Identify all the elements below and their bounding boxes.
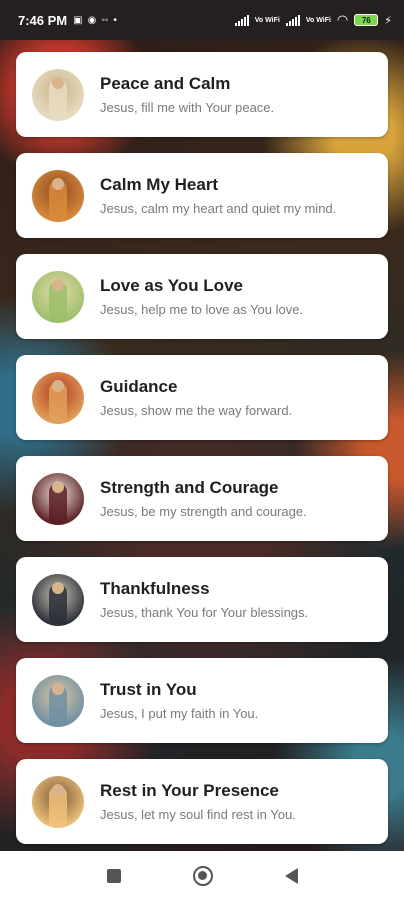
jesus-portrait-icon — [32, 169, 84, 222]
notification-icons: ▣ ◉ ◦◦ • — [73, 15, 117, 26]
prayer-subtitle: Jesus, calm my heart and quiet my mind. — [100, 201, 337, 216]
figure-head — [52, 682, 64, 695]
prayer-card[interactable]: Thankfulness Jesus, thank You for Your bl… — [16, 557, 388, 642]
prayer-subtitle: Jesus, help me to love as You love. — [100, 302, 304, 317]
prayer-card[interactable]: Calm My Heart Jesus, calm my heart and qu… — [16, 153, 388, 238]
signal-icon — [234, 14, 249, 26]
prayer-card[interactable]: Trust in You Jesus, I put my faith in You… — [16, 658, 388, 743]
prayer-title: Love as You Love — [100, 276, 243, 295]
prayer-card[interactable]: Strength and Courage Jesus, be my strengt… — [16, 456, 388, 541]
prayer-text: Calm My Heart Jesus, calm my heart and qu… — [100, 175, 336, 216]
status-bar: 7:46 PM ▣ ◉ ◦◦ • Vo WiFi Vo WiFi ◠ 76 ⚡ — [0, 0, 404, 40]
recents-button[interactable] — [106, 868, 121, 883]
prayer-card[interactable]: Peace and Calm Jesus, fill me with Your p… — [16, 52, 388, 137]
status-time: 7:46 PM — [18, 12, 68, 28]
home-dot-icon — [198, 871, 207, 880]
prayer-title: Calm My Heart — [100, 175, 219, 194]
prayer-card[interactable]: Love as You Love Jesus, help me to love a… — [16, 254, 388, 339]
prayer-text: Rest in Your Presence Jesus, let my soul … — [100, 781, 296, 822]
prayer-title: Peace and Calm — [100, 74, 231, 93]
battery-level: 76 — [361, 15, 371, 25]
jesus-portrait-icon — [32, 371, 84, 424]
jesus-portrait-icon — [32, 573, 84, 626]
figure-head — [52, 480, 64, 493]
figure-head — [52, 783, 64, 796]
navigation-bar — [0, 851, 404, 900]
figure-head — [52, 278, 64, 291]
jesus-portrait-icon — [32, 775, 84, 828]
prayer-subtitle: Jesus, fill me with Your peace. — [100, 100, 275, 115]
whatsapp-icon: ◉ — [87, 14, 97, 26]
prayer-subtitle: Jesus, be my strength and courage. — [100, 504, 307, 519]
wifi-icon: ◠ — [336, 12, 349, 27]
prayer-title: Thankfulness — [100, 579, 210, 598]
prayer-title: Rest in Your Presence — [100, 781, 279, 800]
prayer-title: Strength and Courage — [100, 478, 279, 497]
prayer-card[interactable]: Guidance Jesus, show me the way forward. — [16, 355, 388, 440]
figure-head — [52, 379, 64, 392]
prayer-text: Peace and Calm Jesus, fill me with Your p… — [100, 74, 274, 115]
charging-icon: ⚡ — [384, 14, 392, 27]
jesus-portrait-icon — [32, 270, 84, 323]
prayer-list: Peace and Calm Jesus, fill me with Your p… — [16, 52, 388, 860]
battery-icon: 76 — [354, 14, 379, 26]
prayer-text: Love as You Love Jesus, help me to love a… — [100, 276, 303, 317]
figure-head — [52, 76, 64, 89]
signal-icon-2 — [285, 14, 300, 26]
voicemail-icon: ◦◦ — [101, 14, 109, 26]
prayer-title: Guidance — [100, 377, 178, 396]
prayer-text: Strength and Courage Jesus, be my strengt… — [100, 478, 307, 519]
jesus-portrait-icon — [32, 674, 84, 727]
jesus-portrait-icon — [32, 68, 84, 121]
prayer-subtitle: Jesus, let my soul find rest in You. — [100, 807, 296, 822]
jesus-portrait-icon — [32, 472, 84, 525]
prayer-card[interactable]: Rest in Your Presence Jesus, let my soul … — [16, 759, 388, 844]
home-button[interactable] — [192, 865, 213, 886]
figure-head — [52, 177, 64, 190]
notification-icon: ▣ — [73, 14, 83, 26]
prayer-subtitle: Jesus, I put my faith in You. — [100, 706, 259, 721]
prayer-title: Trust in You — [100, 680, 197, 699]
prayer-text: Thankfulness Jesus, thank You for Your bl… — [100, 579, 308, 620]
vowifi-label-2: Vo WiFi — [305, 16, 331, 24]
back-button[interactable] — [284, 867, 298, 884]
system-icons: Vo WiFi Vo WiFi ◠ 76 ⚡ — [234, 12, 392, 28]
prayer-subtitle: Jesus, show me the way forward. — [100, 403, 293, 418]
figure-head — [52, 581, 64, 594]
vowifi-label: Vo WiFi — [254, 16, 280, 24]
prayer-text: Guidance Jesus, show me the way forward. — [100, 377, 292, 418]
more-dot-icon: • — [113, 14, 117, 26]
prayer-text: Trust in You Jesus, I put my faith in You… — [100, 680, 258, 721]
prayer-subtitle: Jesus, thank You for Your blessings. — [100, 605, 309, 620]
